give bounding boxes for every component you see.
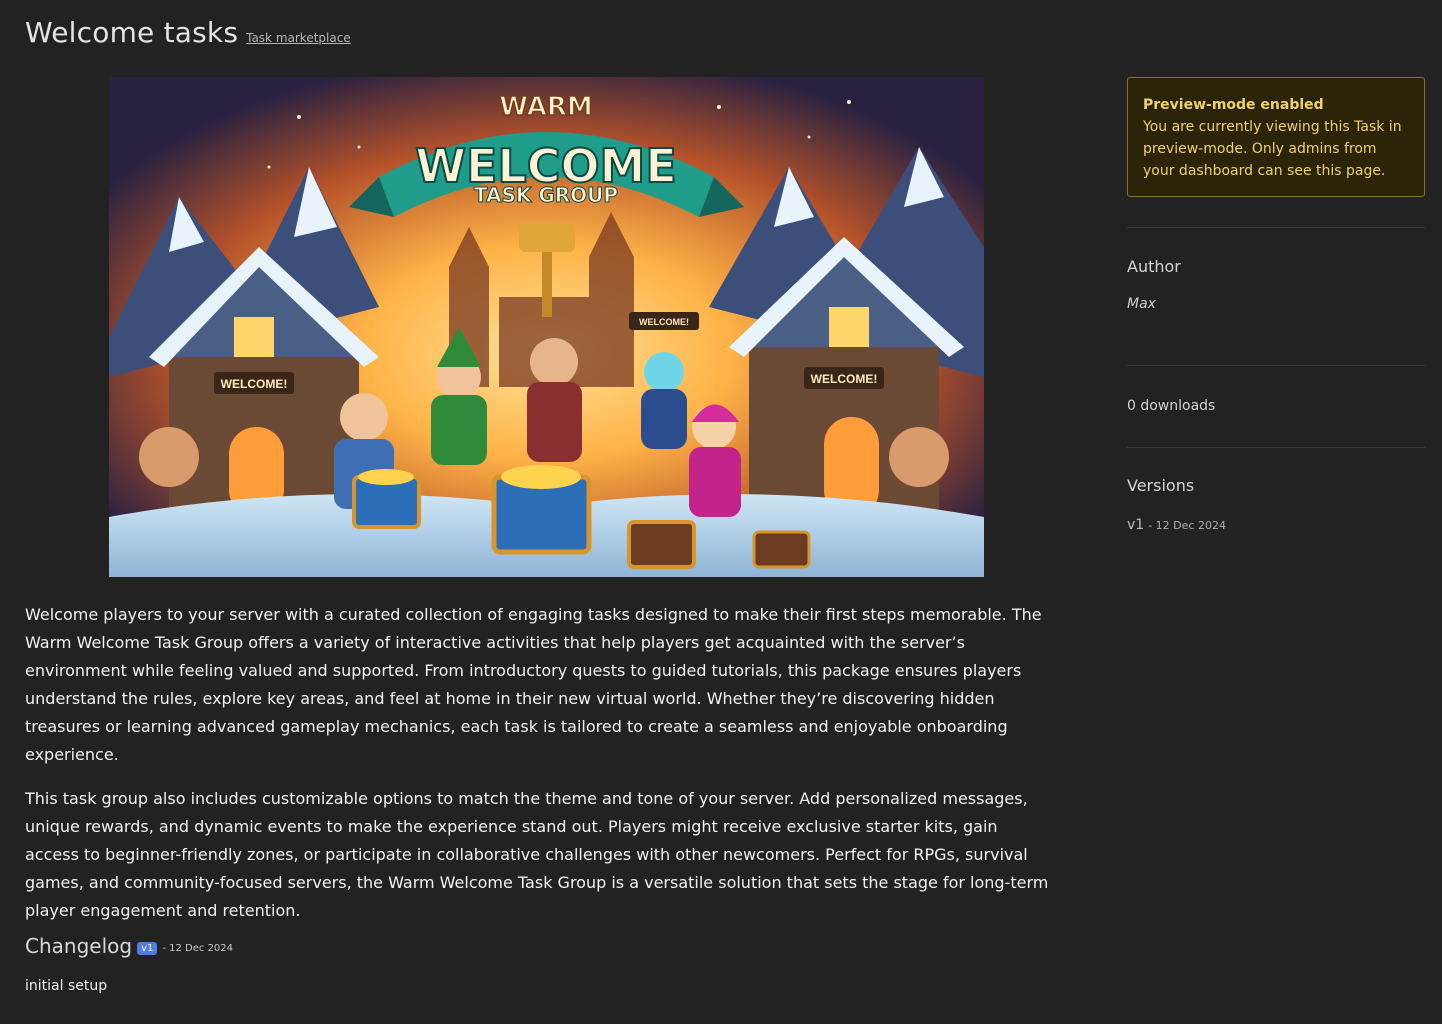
sidebar-divider [1127,227,1425,228]
changelog-date: - 12 Dec 2024 [162,942,234,954]
changelog-entry: initial setup [25,978,108,994]
sidebar-divider [1127,365,1425,366]
versions-section-title: Versions [1127,476,1195,495]
changelog-version-badge: v1 [137,941,158,955]
changelog-header: Changelog v1 - 12 Dec 2024 [25,934,233,958]
hero-illustration: WELCOME! WELCOME! WELCOME! WARM WELCOME … [109,77,984,577]
center-welcome-sign: WELCOME! [639,317,689,327]
version-date: - 12 Dec 2024 [1148,519,1226,532]
task-marketplace-link[interactable]: Task marketplace [246,31,351,45]
changelog-section: Changelog v1 - 12 Dec 2024 initial setup [25,934,233,994]
preview-mode-alert: Preview-mode enabled You are currently v… [1127,77,1425,197]
author-section-title: Author [1127,257,1181,276]
golden-hammer [519,222,575,252]
version-row: v1 - 12 Dec 2024 [1127,517,1425,533]
banner-warm-text: WARM [499,92,593,122]
task-description: Welcome players to your server with a cu… [25,601,1055,941]
page-header: Welcome tasks Task marketplace [25,16,351,49]
preview-mode-alert-title: Preview-mode enabled [1143,97,1324,113]
hero-banner-image: WELCOME! WELCOME! WELCOME! WARM WELCOME … [109,77,984,577]
right-welcome-sign: WELCOME! [811,372,878,386]
author-name: Max [1127,296,1156,312]
sidebar: Preview-mode enabled You are currently v… [1127,77,1425,533]
banner-task-group-text: TASK GROUP [474,183,618,207]
left-welcome-sign: WELCOME! [221,377,288,391]
sidebar-divider [1127,447,1425,448]
changelog-title: Changelog [25,934,133,958]
description-paragraph-2: This task group also includes customizab… [25,789,1049,920]
task-page: Welcome tasks Task marketplace WELCOME! … [0,0,1442,1024]
preview-mode-alert-message: You are currently viewing this Task in p… [1143,119,1402,179]
downloads-count: 0 downloads [1127,398,1216,414]
page-title: Welcome tasks [25,16,239,49]
description-paragraph-1: Welcome players to your server with a cu… [25,605,1042,764]
version-link-v1[interactable]: v1 [1127,517,1144,533]
